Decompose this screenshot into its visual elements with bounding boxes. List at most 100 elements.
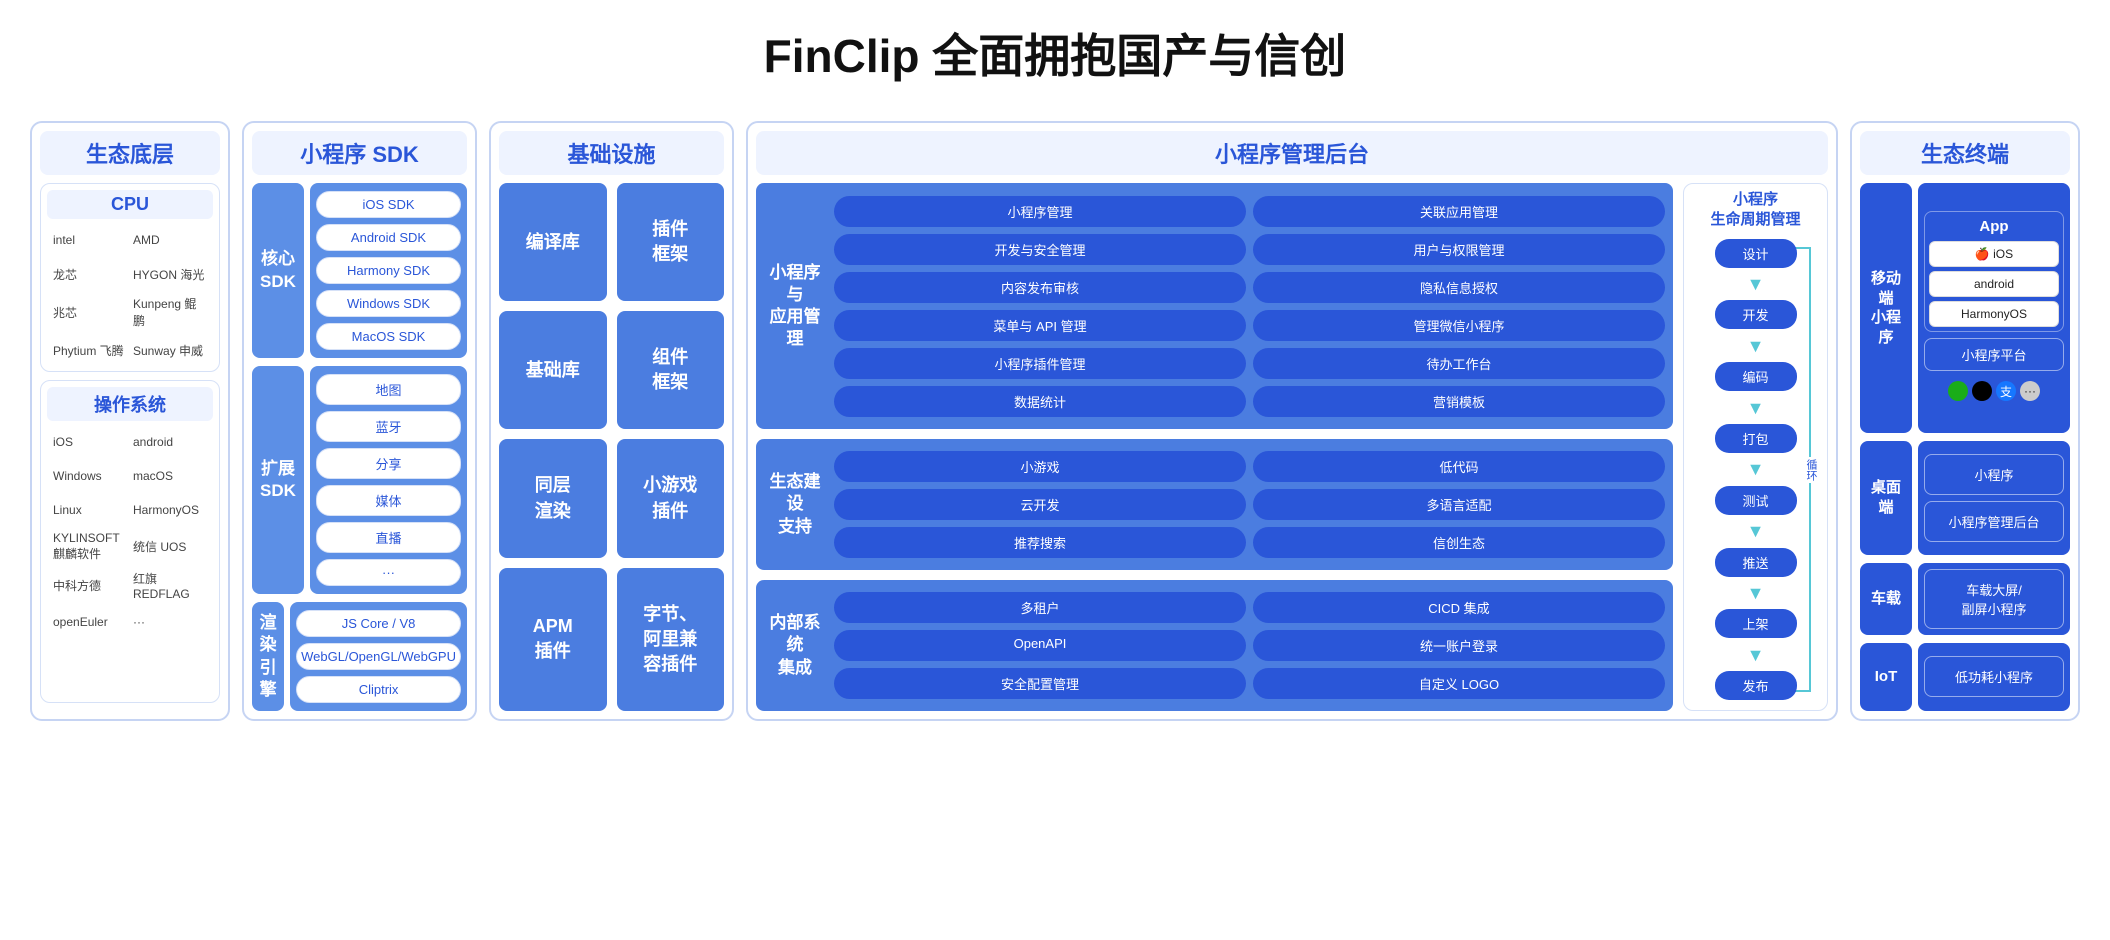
terminal-item: 小程序管理后台 — [1924, 501, 2064, 542]
cycle-label: 循环 — [1803, 457, 1819, 483]
admin-pill: 管理微信小程序 — [1253, 310, 1665, 341]
admin-block-title: 内部系统集成 — [764, 588, 826, 703]
sdk-items: 地图蓝牙分享媒体直播··· — [310, 366, 467, 594]
col-header: 生态底层 — [40, 131, 220, 175]
infra-box: 组件框架 — [617, 311, 725, 429]
infra-box: APM插件 — [499, 568, 607, 711]
sdk-item: 媒体 — [316, 485, 461, 516]
infra-box: 编译库 — [499, 183, 607, 301]
app-pill: android — [1929, 271, 2059, 297]
os-logo: Linux — [53, 497, 127, 523]
sdk-item: JS Core / V8 — [296, 610, 461, 637]
lifecycle-panel: 小程序生命周期管理 循环 设计▼开发▼编码▼打包▼测试▼推送▼上架▼发布 — [1683, 183, 1828, 711]
admin-pill: 多租户 — [834, 592, 1246, 623]
lifecycle-step: 上架 — [1715, 609, 1797, 638]
platform-label: 小程序平台 — [1924, 338, 2064, 371]
lifecycle-step: 测试 — [1715, 486, 1797, 515]
terminal-item: 小程序 — [1924, 454, 2064, 495]
terminal-item: 车载大屏/副屏小程序 — [1924, 569, 2064, 629]
vendor-logo: 兆芯 — [53, 295, 127, 329]
admin-pill: 关联应用管理 — [1253, 196, 1665, 227]
os-section: 操作系统 iOSandroidWindowsmacOSLinuxHarmonyO… — [40, 380, 220, 703]
vendor-logo: intel — [53, 227, 127, 253]
sdk-group: 扩展SDK地图蓝牙分享媒体直播··· — [252, 366, 467, 594]
col-sdk: 小程序 SDK 核心SDKiOS SDKAndroid SDKHarmony S… — [242, 121, 477, 721]
admin-pill: 内容发布审核 — [834, 272, 1246, 303]
sdk-item: MacOS SDK — [316, 323, 461, 350]
sdk-items: iOS SDKAndroid SDKHarmony SDKWindows SDK… — [310, 183, 467, 358]
sdk-item: WebGL/OpenGL/WebGPU — [296, 643, 461, 670]
lifecycle-step: 设计 — [1715, 239, 1797, 268]
sdk-item: ··· — [316, 559, 461, 586]
app-pill: HarmonyOS — [1929, 301, 2059, 327]
admin-pills: 多租户CICD 集成OpenAPI统一账户登录安全配置管理自定义 LOGO — [834, 588, 1665, 703]
infra-box: 小游戏插件 — [617, 439, 725, 557]
os-logo: iOS — [53, 429, 127, 455]
admin-pill: 小游戏 — [834, 451, 1246, 482]
admin-block: 内部系统集成多租户CICD 集成OpenAPI统一账户登录安全配置管理自定义 L… — [756, 580, 1673, 711]
platform-icon: 支 — [1996, 381, 2016, 401]
terminal-content: 车载大屏/副屏小程序 — [1918, 563, 2070, 635]
app-pill: 🍎 iOS — [1929, 241, 2059, 267]
sdk-group-label: 渲染引擎 — [252, 602, 284, 711]
arrow-down-icon: ▼ — [1690, 522, 1821, 540]
sdk-item: iOS SDK — [316, 191, 461, 218]
col-admin: 小程序管理后台 小程序与应用管理小程序管理关联应用管理开发与安全管理用户与权限管… — [746, 121, 1838, 721]
vendor-logo: HYGON 海光 — [133, 261, 207, 287]
col-header: 基础设施 — [499, 131, 724, 175]
sdk-item: 分享 — [316, 448, 461, 479]
platform-icon: ··· — [2020, 381, 2040, 401]
os-logo: Windows — [53, 463, 127, 489]
os-logo: android — [133, 429, 207, 455]
terminal-item: 低功耗小程序 — [1924, 656, 2064, 697]
sdk-item: 地图 — [316, 374, 461, 405]
terminal-content: App🍎 iOSandroidHarmonyOS小程序平台支··· — [1918, 183, 2070, 433]
admin-block-title: 小程序与应用管理 — [764, 191, 826, 421]
arrow-down-icon: ▼ — [1690, 337, 1821, 355]
col-header: 生态终端 — [1860, 131, 2070, 175]
infra-box: 插件框架 — [617, 183, 725, 301]
admin-pill: 推荐搜索 — [834, 527, 1246, 558]
section-title: 操作系统 — [47, 387, 213, 421]
admin-pill: 多语言适配 — [1253, 489, 1665, 520]
col-ecosystem-bottom: 生态底层 CPU intelAMD龙芯HYGON 海光兆芯Kunpeng 鲲鹏P… — [30, 121, 230, 721]
terminal-content: 低功耗小程序 — [1918, 643, 2070, 711]
terminal-row: 车载车载大屏/副屏小程序 — [1860, 563, 2070, 635]
lifecycle-step: 打包 — [1715, 424, 1797, 453]
arrow-down-icon: ▼ — [1690, 646, 1821, 664]
sdk-item: Harmony SDK — [316, 257, 461, 284]
lifecycle-step: 开发 — [1715, 300, 1797, 329]
terminal-row: 桌面端小程序小程序管理后台 — [1860, 441, 2070, 555]
sdk-group: 核心SDKiOS SDKAndroid SDKHarmony SDKWindow… — [252, 183, 467, 358]
admin-pill: CICD 集成 — [1253, 592, 1665, 623]
admin-pill: 用户与权限管理 — [1253, 234, 1665, 265]
lifecycle-step: 编码 — [1715, 362, 1797, 391]
infra-box: 基础库 — [499, 311, 607, 429]
lifecycle-step: 发布 — [1715, 671, 1797, 700]
terminal-row-mobile: 移动端小程序App🍎 iOSandroidHarmonyOS小程序平台支··· — [1860, 183, 2070, 433]
terminal-content: 小程序小程序管理后台 — [1918, 441, 2070, 555]
arrow-down-icon: ▼ — [1690, 584, 1821, 602]
sdk-item: Android SDK — [316, 224, 461, 251]
infra-box: 字节、阿里兼容插件 — [617, 568, 725, 711]
terminal-side-label: IoT — [1860, 643, 1912, 711]
sdk-group-label: 核心SDK — [252, 183, 304, 358]
sdk-item: Cliptrix — [296, 676, 461, 703]
platform-icon — [1948, 381, 1968, 401]
terminal-side-label: 车载 — [1860, 563, 1912, 635]
admin-pill: 小程序管理 — [834, 196, 1246, 227]
admin-pill: 隐私信息授权 — [1253, 272, 1665, 303]
architecture-diagram: 生态底层 CPU intelAMD龙芯HYGON 海光兆芯Kunpeng 鲲鹏P… — [30, 121, 2080, 721]
admin-pill: 开发与安全管理 — [834, 234, 1246, 265]
admin-pill: 云开发 — [834, 489, 1246, 520]
os-logo: macOS — [133, 463, 207, 489]
admin-block: 生态建设支持小游戏低代码云开发多语言适配推荐搜索信创生态 — [756, 439, 1673, 570]
admin-pill: 营销模板 — [1253, 386, 1665, 417]
admin-pills: 小游戏低代码云开发多语言适配推荐搜索信创生态 — [834, 447, 1665, 562]
os-logo: 中科方德 — [53, 570, 127, 601]
platform-icons: 支··· — [1924, 377, 2064, 405]
admin-pill: 低代码 — [1253, 451, 1665, 482]
sdk-group: 渲染引擎 JS Core / V8 WebGL/OpenGL/WebGPU Clipt… — [252, 602, 467, 711]
admin-pill: 菜单与 API 管理 — [834, 310, 1246, 341]
vendor-logo: AMD — [133, 227, 207, 253]
